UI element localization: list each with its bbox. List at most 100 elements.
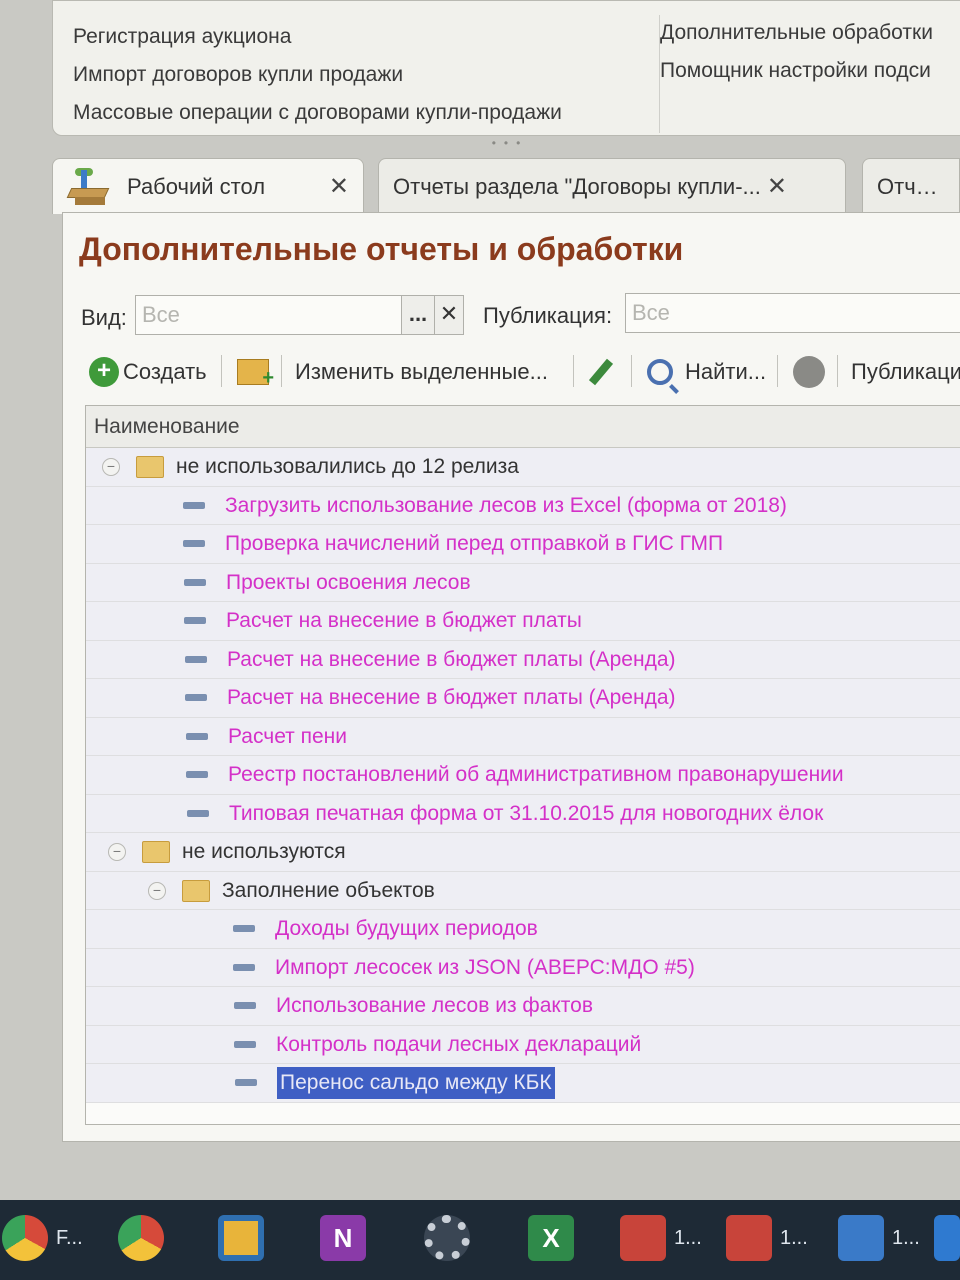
cancel-search-icon [793, 356, 825, 388]
tree-item-row[interactable]: Типовая печатная форма от 31.10.2015 для… [86, 794, 960, 833]
app-window-icon [726, 1215, 772, 1261]
additional-reports-form: Дополнительные отчеты и обработки Вид: В… [62, 212, 960, 1142]
tree-item-row[interactable]: Импорт лесосек из JSON (АВЕРС:МДО #5) [86, 948, 960, 987]
filter-publication-input[interactable]: Все [625, 293, 960, 333]
tree-group-row[interactable]: − Заполнение объектов [86, 871, 960, 910]
edit-selected-button[interactable]: Изменить выделенные... [295, 351, 548, 393]
create-button[interactable]: + Создать [89, 351, 207, 393]
taskbar-item-window-1[interactable]: 1... [620, 1212, 702, 1264]
menu-link-mass-operations[interactable]: Массовые операции с договорами купли-про… [73, 95, 633, 133]
windows-taskbar: F... N X 1... 1... 1... [0, 1200, 960, 1280]
find-button-label: Найти... [685, 359, 767, 384]
tab-desktop[interactable]: Рабочий стол ✕ [52, 158, 364, 214]
collapse-toggle-icon[interactable]: − [102, 458, 120, 476]
tree-item-row[interactable]: Доходы будущих периодов [86, 910, 960, 949]
tree-item-row[interactable]: Контроль подачи лесных деклараций [86, 1025, 960, 1064]
chrome-icon [2, 1215, 48, 1261]
chrome-icon [118, 1215, 164, 1261]
tree-item-label: Реестр постановлений об административном… [228, 763, 844, 786]
taskbar-item-chrome[interactable] [118, 1212, 172, 1264]
tab-reports-label: Отчеты [877, 173, 945, 199]
report-item-icon [187, 809, 209, 817]
report-item-icon [185, 694, 207, 701]
publication-button[interactable]: Публикаци [851, 351, 960, 393]
taskbar-item-browser-profile[interactable]: F... [2, 1212, 83, 1264]
filter-publication-label: Публикация: [483, 303, 613, 328]
report-item-icon [234, 1002, 256, 1009]
taskbar-item-label: 1... [674, 1226, 702, 1249]
tree-item-label: Проекты освоения лесов [226, 570, 471, 594]
report-item-icon [185, 655, 207, 663]
tree-item-row[interactable]: Проекты освоения лесов [86, 563, 960, 602]
tab-contract-reports-close-icon[interactable]: ✕ [767, 172, 787, 201]
taskbar-item-label: 1... [780, 1226, 808, 1249]
report-item-icon [183, 501, 205, 509]
edit-button[interactable] [585, 351, 613, 393]
tree-item-row[interactable]: Проверка начислений перед отправкой в ГИ… [86, 525, 960, 564]
collapse-toggle-icon[interactable]: − [108, 843, 126, 861]
page-title: Дополнительные отчеты и обработки [79, 231, 684, 267]
filter-view-clear-icon[interactable]: ✕ [434, 295, 464, 335]
taskbar-item-excel[interactable]: X [528, 1212, 582, 1264]
find-button[interactable]: Найти... [647, 351, 766, 393]
section-menu-panel: Регистрация аукциона Импорт договоров ку… [52, 0, 960, 136]
column-header-name[interactable]: Наименование [86, 406, 960, 448]
tree-group-row[interactable]: − не использовалились до 12 релиза [86, 448, 960, 487]
taskbar-item-label: F... [56, 1226, 83, 1249]
toolbar-separator [837, 355, 838, 387]
taskbar-item-onenote[interactable]: N [320, 1212, 374, 1264]
onenote-icon: N [320, 1215, 366, 1261]
app-window-icon [620, 1215, 666, 1261]
tree-group-row[interactable]: − не используются [86, 833, 960, 872]
tree-item-row[interactable]: Использование лесов из фактов [86, 987, 960, 1026]
tree-item-row[interactable]: Расчет на внесение в бюджет платы (Аренд… [86, 640, 960, 679]
report-item-icon [186, 771, 208, 778]
tab-desktop-close-icon[interactable]: ✕ [329, 172, 349, 201]
tree-item-label: Контроль подачи лесных деклараций [276, 1032, 642, 1056]
desktop-icon [66, 167, 110, 206]
gear-icon [424, 1215, 470, 1261]
taskbar-item-teamviewer[interactable] [934, 1212, 960, 1264]
tree-item-label: Типовая печатная форма от 31.10.2015 для… [229, 801, 824, 825]
menu-link-auction-registration[interactable]: Регистрация аукциона [73, 19, 633, 57]
tab-contract-reports-label: Отчеты раздела "Договоры купли-... [393, 173, 761, 199]
tree-item-row[interactable]: Перенос сальдо между КБК [86, 1064, 960, 1103]
tree-item-row[interactable]: Реестр постановлений об административном… [86, 756, 960, 795]
tree-item-label: Доходы будущих периодов [275, 917, 538, 940]
filter-view-input[interactable]: Все [135, 295, 403, 335]
menu-link-additional-processing[interactable]: Дополнительные обработки [660, 15, 960, 53]
tab-reports[interactable]: Отчеты [862, 158, 960, 214]
panel-splitter[interactable]: ••• [480, 136, 540, 150]
tree-group-label: не используются [182, 840, 346, 863]
taskbar-item-window-2[interactable]: 1... [726, 1212, 808, 1264]
tree-item-row[interactable]: Расчет на внесение в бюджет платы [86, 602, 960, 641]
tree-item-row[interactable]: Расчет на внесение в бюджет платы (Аренд… [86, 679, 960, 718]
menu-link-setup-assistant[interactable]: Помощник настройки подси [660, 53, 960, 91]
taskbar-item-1c[interactable] [218, 1212, 272, 1264]
reports-tree-table[interactable]: Наименование − не использовалились до 12 … [85, 405, 960, 1125]
tree-item-label: Расчет пени [228, 724, 348, 748]
taskbar-item-window-3[interactable]: 1... [838, 1212, 920, 1264]
tree-item-label: Расчет на внесение в бюджет платы [226, 609, 582, 632]
pencil-icon [585, 358, 613, 386]
tree-item-label: Проверка начислений перед отправкой в ГИ… [225, 532, 724, 555]
filter-view-label: Вид: [81, 305, 127, 330]
toolbar-separator [221, 355, 222, 387]
collapse-toggle-icon[interactable]: − [148, 881, 166, 900]
toolbar-separator [631, 355, 632, 387]
tree-item-row[interactable]: Расчет пени [86, 717, 960, 756]
taskbar-item-settings[interactable] [424, 1212, 478, 1264]
filter-view-select-button[interactable]: ... [401, 295, 435, 335]
edit-selected-label: Изменить выделенные... [295, 359, 548, 384]
tree-item-label: Расчет на внесение в бюджет платы (Аренд… [227, 686, 676, 709]
menu-link-import-contracts[interactable]: Импорт договоров купли продажи [73, 57, 633, 95]
tab-contract-reports[interactable]: Отчеты раздела "Договоры купли-... ✕ [378, 158, 846, 214]
report-item-icon [233, 963, 255, 971]
create-group-button[interactable]: + [237, 351, 274, 393]
menu-column-left: Регистрация аукциона Импорт договоров ку… [73, 19, 633, 133]
teamviewer-icon [934, 1215, 960, 1261]
app-window-icon [838, 1215, 884, 1261]
report-item-icon [186, 732, 208, 740]
tree-item-row[interactable]: Загрузить использование лесов из Excel (… [86, 486, 960, 525]
cancel-search-button[interactable] [793, 351, 825, 393]
